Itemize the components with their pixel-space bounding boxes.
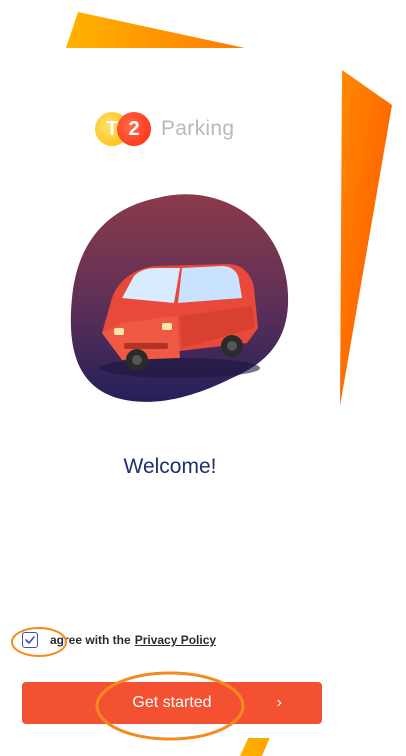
chevron-right-icon: › <box>276 694 282 711</box>
privacy-policy-link[interactable]: Privacy Policy <box>135 633 216 647</box>
agree-checkbox[interactable] <box>22 632 38 648</box>
get-started-label: Get started <box>132 694 212 711</box>
get-started-button[interactable]: Get started › <box>22 682 322 724</box>
app-logo: T 2 Parking <box>95 112 234 146</box>
check-icon <box>25 636 35 644</box>
app-root: { "app": { "brand_t": "T", "brand_2": "2… <box>0 0 406 756</box>
logo-wordmark: Parking <box>161 117 235 140</box>
logo-mark: T 2 <box>95 112 155 146</box>
agree-label: agree with the <box>50 633 131 647</box>
car-icon <box>100 264 260 378</box>
welcome-title: Welcome! <box>123 455 217 478</box>
welcome-screen: T 2 Parking Welcome! agree with the Priv… <box>0 48 340 738</box>
car-illustration <box>70 194 289 402</box>
privacy-consent-row: agree with the Privacy Policy <box>22 632 216 648</box>
logo-number-2: 2 <box>117 112 151 146</box>
